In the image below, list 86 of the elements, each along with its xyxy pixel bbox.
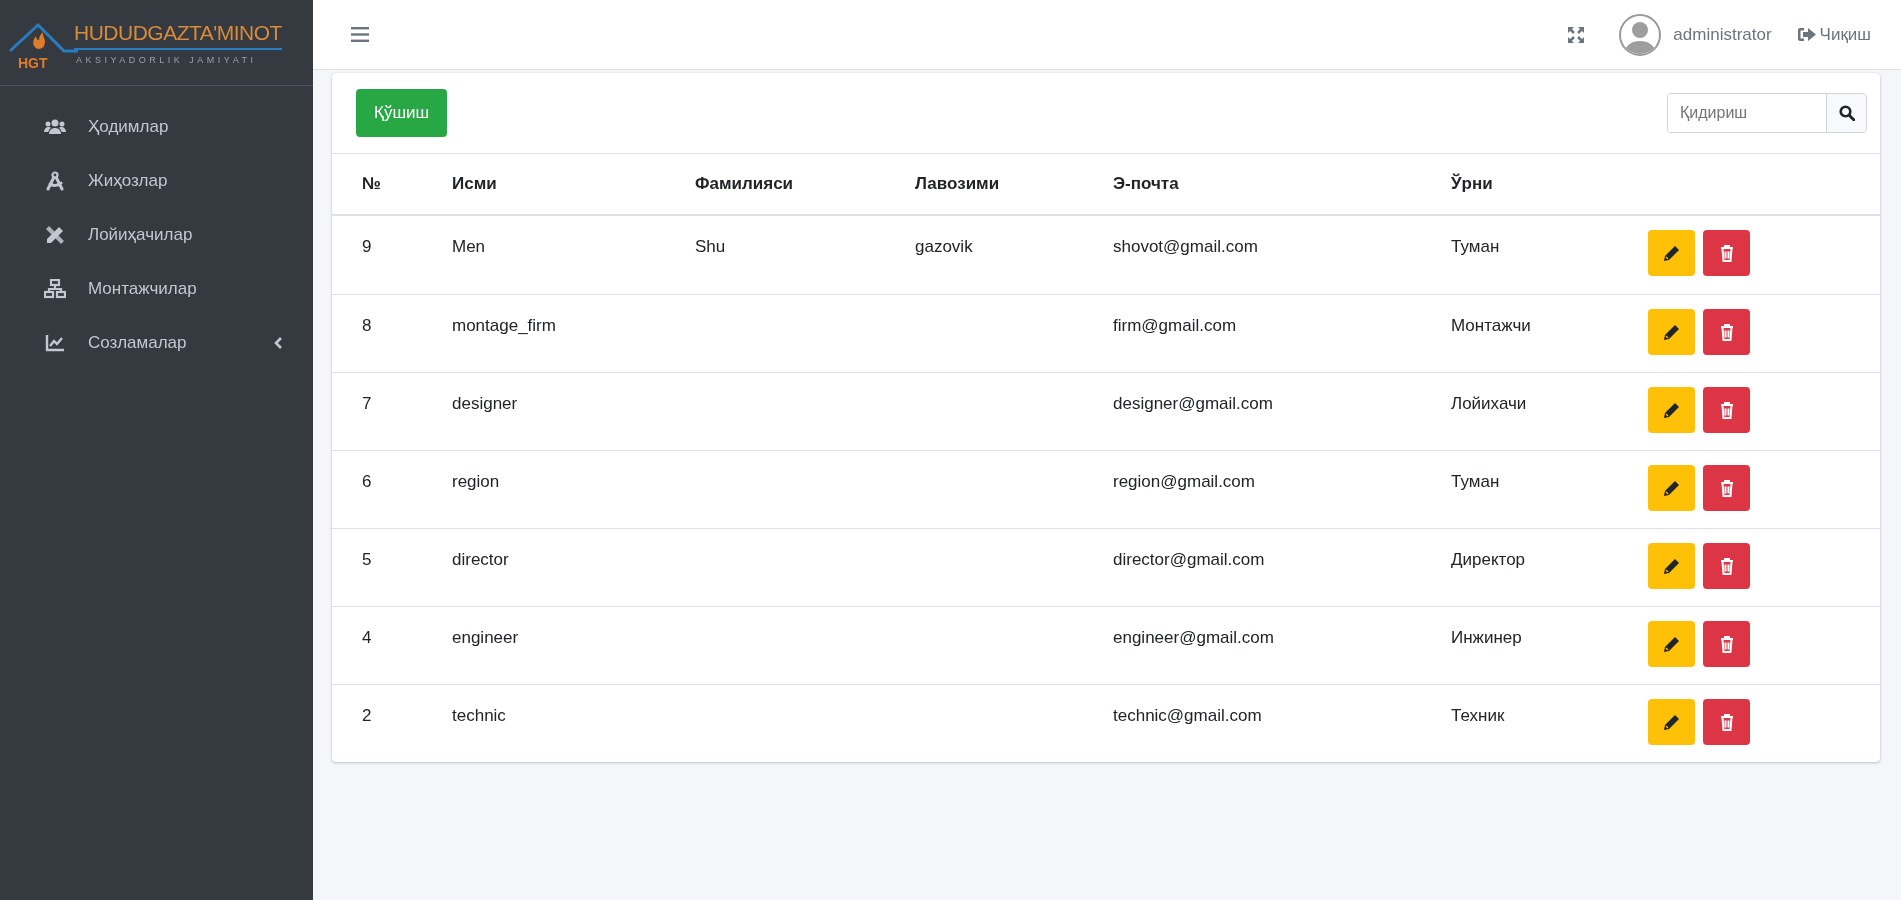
table-cell-text: firm@gmail.com bbox=[1113, 315, 1238, 337]
sidebar-item[interactable]: Монтажчилар bbox=[8, 262, 305, 316]
fullscreen-icon[interactable] bbox=[1567, 25, 1586, 44]
pencil-icon bbox=[1663, 557, 1680, 575]
edit-button[interactable] bbox=[1648, 465, 1695, 511]
search-icon bbox=[1838, 105, 1855, 121]
table-cell-text: region@gmail.com bbox=[1113, 471, 1256, 493]
table-cell-text: 9 bbox=[362, 236, 373, 258]
pencil-icon bbox=[1663, 713, 1680, 731]
trash-icon bbox=[1719, 244, 1734, 262]
logout-link[interactable]: Чиқиш bbox=[1797, 24, 1871, 45]
pencil-icon bbox=[1663, 635, 1680, 653]
avatar-icon bbox=[1619, 13, 1662, 56]
table-cell-text: 2 bbox=[362, 705, 373, 727]
delete-button[interactable] bbox=[1703, 465, 1750, 511]
edit-button[interactable] bbox=[1648, 387, 1695, 433]
column-header: Э-почта bbox=[1113, 174, 1180, 194]
edit-button[interactable] bbox=[1648, 309, 1695, 355]
logo-abbreviation: HGT bbox=[18, 54, 48, 71]
menu-icon[interactable] bbox=[351, 27, 369, 42]
table-cell-text: 8 bbox=[362, 315, 373, 337]
search-button[interactable] bbox=[1826, 94, 1866, 132]
table-cell-text: Shu bbox=[695, 236, 727, 258]
column-header: Лавозими bbox=[915, 174, 1001, 194]
table-cell-text: Инжинер bbox=[1451, 627, 1523, 649]
table-cell-text: Директор bbox=[1451, 549, 1527, 571]
table-cell-text: 4 bbox=[362, 627, 373, 649]
sidebar-item[interactable]: Созламалар bbox=[8, 316, 305, 370]
delete-button[interactable] bbox=[1703, 621, 1750, 667]
sign-out-icon bbox=[1797, 27, 1816, 42]
logo-title: HUDUDGAZTA'MINOT bbox=[74, 20, 282, 50]
table-cell-text: engineer@gmail.com bbox=[1113, 627, 1275, 649]
delete-button[interactable] bbox=[1703, 543, 1750, 589]
column-header: Фамилияси bbox=[695, 174, 795, 194]
table-cell-text: Техник bbox=[1451, 705, 1506, 727]
table-cell-text: montage_firm bbox=[452, 315, 557, 337]
edit-button[interactable] bbox=[1648, 543, 1695, 589]
sidebar-item[interactable]: Ҳодимлар bbox=[8, 100, 305, 154]
table-cell-text: director bbox=[452, 549, 510, 571]
chevron-left-icon bbox=[273, 337, 283, 349]
trash-icon bbox=[1719, 401, 1734, 419]
pencil-icon bbox=[1663, 401, 1680, 419]
compass-icon bbox=[45, 171, 65, 191]
table-cell-text: Туман bbox=[1451, 471, 1501, 493]
table-cell-text: Туман bbox=[1451, 236, 1501, 258]
table-cell-text: technic@gmail.com bbox=[1113, 705, 1263, 727]
table-cell-text: shovot@gmail.com bbox=[1113, 236, 1259, 258]
table-cell-text: Лойихачи bbox=[1451, 393, 1528, 415]
table-cell-text: technic bbox=[452, 705, 507, 727]
edit-button[interactable] bbox=[1648, 230, 1695, 276]
trash-icon bbox=[1719, 479, 1734, 497]
users-icon bbox=[44, 119, 66, 135]
trash-icon bbox=[1719, 635, 1734, 653]
table-cell-text: gazovik bbox=[915, 236, 974, 258]
edit-button[interactable] bbox=[1648, 699, 1695, 745]
logo-subtitle: AKSIYADORLIK JAMIYATI bbox=[75, 54, 258, 65]
trash-icon bbox=[1719, 323, 1734, 341]
sidebar-item[interactable]: Лойиҳачилар bbox=[8, 208, 305, 262]
table-cell-text: 7 bbox=[362, 393, 373, 415]
sitemap-icon bbox=[44, 279, 66, 299]
table-cell-text: Монтажчи bbox=[1451, 315, 1532, 337]
table-cell-text: designer bbox=[452, 393, 519, 415]
table-cell-text: region bbox=[452, 471, 501, 493]
pencil-icon bbox=[1663, 323, 1680, 341]
delete-button[interactable] bbox=[1703, 699, 1750, 745]
delete-button[interactable] bbox=[1703, 230, 1750, 276]
trash-icon bbox=[1719, 713, 1734, 731]
user-name[interactable]: administrator bbox=[1673, 24, 1772, 45]
edit-button[interactable] bbox=[1648, 621, 1695, 667]
column-header: Исми bbox=[452, 174, 498, 194]
delete-button[interactable] bbox=[1703, 309, 1750, 355]
table-cell-text: director@gmail.com bbox=[1113, 549, 1266, 571]
trash-icon bbox=[1719, 557, 1734, 575]
sidebar-item[interactable]: Жиҳозлар bbox=[8, 154, 305, 208]
pencil-icon bbox=[1663, 479, 1680, 497]
table-cell-text: 5 bbox=[362, 549, 373, 571]
table-cell-text: Men bbox=[452, 236, 487, 258]
line-chart-icon bbox=[45, 334, 65, 352]
search-field[interactable]: Қидириш bbox=[1667, 93, 1867, 133]
pencil-icon bbox=[1663, 244, 1680, 262]
table-cell-text: engineer bbox=[452, 627, 520, 649]
column-header: Ўрни bbox=[1451, 174, 1494, 194]
delete-button[interactable] bbox=[1703, 387, 1750, 433]
column-header: № bbox=[362, 174, 382, 194]
table-cell-text: designer@gmail.com bbox=[1113, 393, 1274, 415]
table-cell-text: 6 bbox=[362, 471, 373, 493]
